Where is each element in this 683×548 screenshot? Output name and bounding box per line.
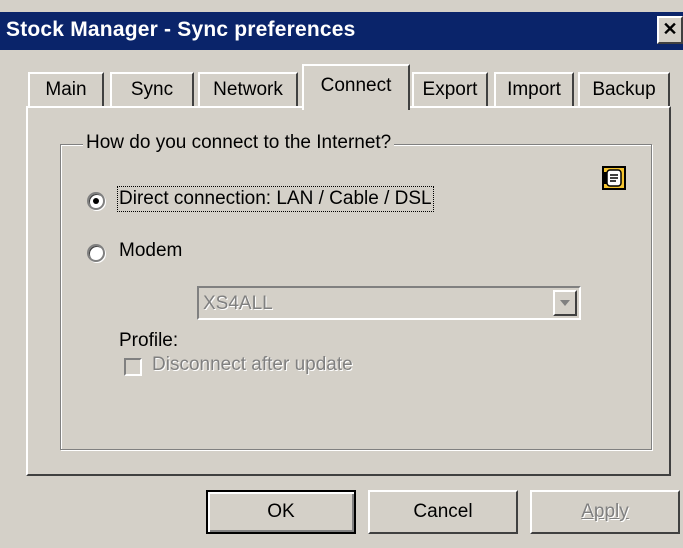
apply-button[interactable]: Apply — [530, 490, 680, 534]
tab-connect-label: Connect — [320, 75, 392, 96]
tab-main[interactable]: Main — [28, 72, 104, 108]
tab-sync[interactable]: Sync — [110, 72, 194, 108]
profile-select[interactable]: XS4ALL — [197, 286, 581, 320]
radio-selected-dot — [93, 198, 99, 204]
ok-button[interactable]: OK — [206, 490, 356, 534]
tab-network[interactable]: Network — [198, 72, 298, 108]
disconnect-checkbox[interactable] — [124, 358, 142, 376]
cancel-button-label: Cancel — [413, 501, 473, 522]
cancel-button[interactable]: Cancel — [368, 490, 518, 534]
profile-value: XS4ALL — [203, 293, 273, 314]
preferences-dialog: Stock Manager - Sync preferences ✕ Main … — [0, 0, 683, 548]
tab-network-label: Network — [213, 79, 283, 100]
ok-button-label: OK — [267, 501, 295, 522]
tab-export[interactable]: Export — [412, 72, 488, 108]
tab-backup-label: Backup — [592, 79, 656, 100]
tab-import-label: Import — [507, 79, 561, 100]
modem-label[interactable]: Modem — [119, 240, 182, 262]
disconnect-label[interactable]: Disconnect after update — [152, 354, 353, 376]
tab-connect[interactable]: Connect — [302, 64, 410, 110]
tab-sync-label: Sync — [130, 79, 174, 100]
window-title: Stock Manager - Sync preferences — [6, 18, 356, 41]
title-bar[interactable]: Stock Manager - Sync preferences ✕ — [0, 12, 683, 50]
close-button[interactable]: ✕ — [657, 16, 683, 44]
tab-import[interactable]: Import — [494, 72, 574, 108]
chevron-down-icon[interactable] — [553, 290, 577, 316]
direct-connection-label[interactable]: Direct connection: LAN / Cable / DSL — [117, 186, 434, 212]
apply-button-label: Apply — [581, 501, 629, 522]
modem-radio[interactable] — [87, 244, 105, 262]
direct-connection-radio[interactable] — [87, 192, 105, 210]
tab-main-label: Main — [45, 79, 87, 100]
tab-export-label: Export — [422, 79, 478, 100]
close-icon: ✕ — [662, 19, 678, 39]
phone-connection-icon — [602, 166, 626, 190]
group-title: How do you connect to the Internet? — [83, 132, 395, 154]
tab-backup[interactable]: Backup — [578, 72, 670, 108]
connect-tab-panel: How do you connect to the Internet? Dire… — [26, 106, 671, 476]
profile-label: Profile: — [119, 330, 179, 351]
